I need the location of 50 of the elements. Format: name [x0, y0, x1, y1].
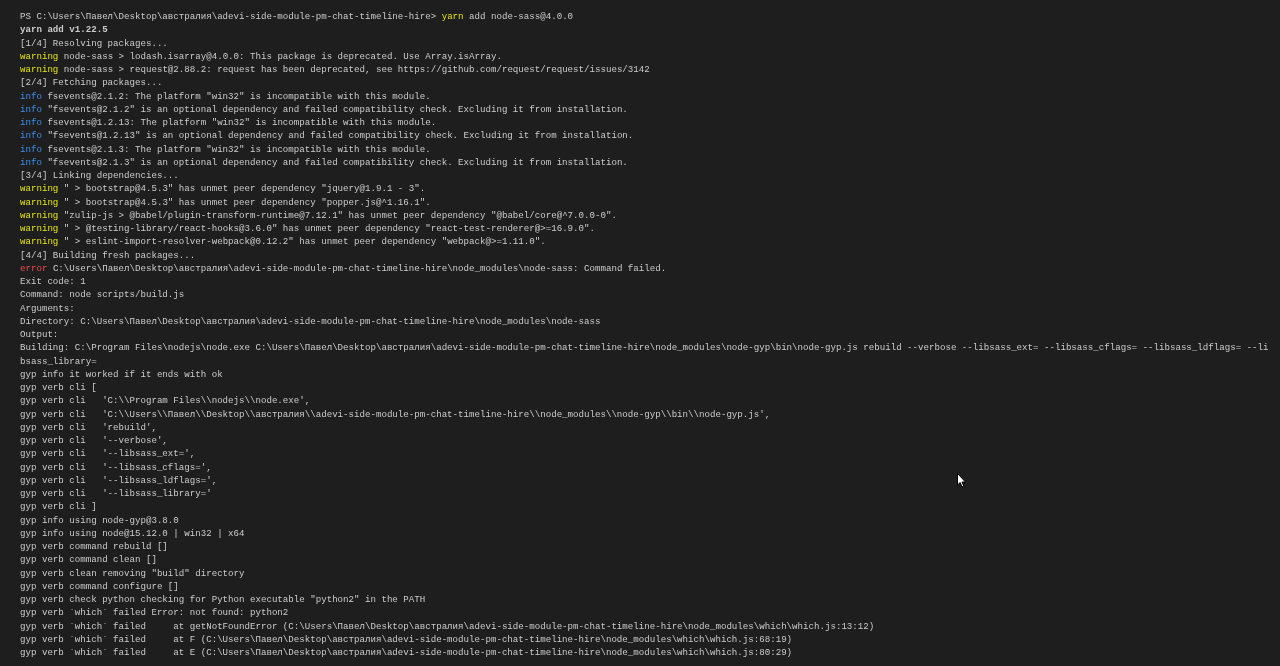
- terminal-line: gyp info using node@15.12.0 | win32 | x64: [20, 526, 245, 540]
- terminal-line: gyp verb clean removing "build" directory: [20, 566, 245, 580]
- terminal-line: warning " > bootstrap@4.5.3" has unmet peer dependency "jquery@1.9.1 - 3".: [20, 182, 426, 196]
- terminal-line: gyp verb cli [: [20, 381, 97, 395]
- terminal-line: gyp verb cli '--libsass_ext=',: [20, 447, 196, 461]
- terminal-line: warning " > eslint-import-resolver-webpack@0.12.2" has unmet peer dependency "webpack@>=1.11.0".: [20, 235, 546, 249]
- terminal-line: bsass_library=: [20, 354, 97, 368]
- terminal-line: Exit code: 1: [20, 275, 86, 289]
- terminal-line: gyp verb cli '--libsass_cflags=',: [20, 460, 212, 474]
- terminal-line: gyp verb command configure []: [20, 579, 179, 593]
- terminal-line: gyp verb `which` failed at E (C:\Users\Павел\Desktop\австралия\adevi-side-module-pm-chat-timeline-hire\node_modules\which\which.js:80:29): [20, 646, 793, 660]
- terminal-line: gyp verb cli ]: [20, 500, 97, 514]
- terminal-line: warning " > bootstrap@4.5.3" has unmet peer dependency "popper.js@^1.16.1".: [20, 195, 431, 209]
- terminal-line: gyp verb `which` failed at getNotFoundError (C:\Users\Павел\Desktop\австралия\adevi-side-module-pm-chat-timeline-hire\node_modules\which\which.js:13:12): [20, 619, 875, 633]
- terminal-line: info fsevents@2.1.2: The platform "win32" is incompatible with this module.: [20, 89, 431, 103]
- terminal-line: gyp verb check python checking for Python executable "python2" in the PATH: [20, 593, 426, 607]
- terminal-line: PS C:\Users\Павел\Desktop\австралия\adevi-side-module-pm-chat-timeline-hire> yarn add node-sass@4.0.0: [20, 10, 574, 24]
- terminal-line: gyp verb command rebuild []: [20, 540, 168, 554]
- terminal-line: gyp verb `which` failed at F (C:\Users\Павел\Desktop\австралия\adevi-side-module-pm-chat-timeline-hire\node_modules\which\which.js:68:19): [20, 632, 793, 646]
- terminal-line: info "fsevents@2.1.3" is an optional dependency and failed compatibility check. Excluding it from installation.: [20, 155, 628, 169]
- terminal-line: [2/4] Fetching packages...: [20, 76, 163, 90]
- terminal-line: warning node-sass > lodash.isarray@4.0.0: This package is deprecated. Use Array.isArray.: [20, 49, 502, 63]
- terminal-line: Building: C:\Program Files\nodejs\node.exe C:\Users\Павел\Desktop\австралия\adevi-side-module-pm-chat-timeline-hire\node_modules\node-gyp\bin\node-gyp.js rebuild --verbose --libsass_ext= --libsass_cflags= --libsass_ldflags= --li: [20, 341, 1269, 355]
- terminal-line: Command: node scripts/build.js: [20, 288, 185, 302]
- terminal-line: Arguments:: [20, 301, 75, 315]
- terminal-line: gyp info using node-gyp@3.8.0: [20, 513, 179, 527]
- terminal-line: Output:: [20, 328, 59, 342]
- terminal-line: [1/4] Resolving packages...: [20, 36, 168, 50]
- mouse-pointer-icon: [957, 473, 966, 488]
- terminal-line: gyp verb cli '--libsass_library=': [20, 487, 212, 501]
- terminal-line: warning " > @testing-library/react-hooks@3.6.0" has unmet peer dependency "react-test-renderer@>=16.9.0".: [20, 222, 595, 236]
- terminal-line: yarn add v1.22.5: [20, 23, 108, 37]
- terminal-line: gyp verb cli '--libsass_ldflags=',: [20, 473, 218, 487]
- terminal-line: info fsevents@1.2.13: The platform "win32" is incompatible with this module.: [20, 116, 437, 130]
- terminal-line: [4/4] Building fresh packages...: [20, 248, 196, 262]
- terminal-line: gyp verb cli 'C:\\Program Files\\nodejs\\node.exe',: [20, 394, 311, 408]
- terminal-line: gyp verb cli 'C:\\Users\\Павел\\Desktop\\австралия\\adevi-side-module-pm-chat-timeline-hire\\node_modules\\node-gyp\\bin\\node-gyp.js',: [20, 407, 771, 421]
- terminal-line: error C:\Users\Павел\Desktop\австралия\adevi-side-module-pm-chat-timeline-hire\node_modules\node-sass: Command failed.: [20, 261, 667, 275]
- terminal-line: info "fsevents@1.2.13" is an optional dependency and failed compatibility check. Excluding it from installation.: [20, 129, 634, 143]
- terminal-line: Directory: C:\Users\Павел\Desktop\австралия\adevi-side-module-pm-chat-timeline-hire\node_modules\node-sass: [20, 314, 601, 328]
- terminal-line: gyp verb `which` failed Error: not found: python2: [20, 606, 289, 620]
- terminal-line: gyp info it worked if it ends with ok: [20, 367, 223, 381]
- terminal-line: info "fsevents@2.1.2" is an optional dependency and failed compatibility check. Excluding it from installation.: [20, 102, 628, 116]
- terminal-line: gyp verb cli '--verbose',: [20, 434, 168, 448]
- terminal-line: [3/4] Linking dependencies...: [20, 169, 179, 183]
- terminal-line: warning "zulip-js > @babel/plugin-transform-runtime@7.12.1" has unmet peer dependency "@babel/core@^7.0.0-0".: [20, 208, 617, 222]
- terminal-line: info fsevents@2.1.3: The platform "win32" is incompatible with this module.: [20, 142, 431, 156]
- terminal-line: warning node-sass > request@2.88.2: request has been deprecated, see https://github.com/request/request/issues/3142: [20, 63, 650, 77]
- terminal-line: gyp verb command clean []: [20, 553, 157, 567]
- terminal-line: gyp verb cli 'rebuild',: [20, 420, 157, 434]
